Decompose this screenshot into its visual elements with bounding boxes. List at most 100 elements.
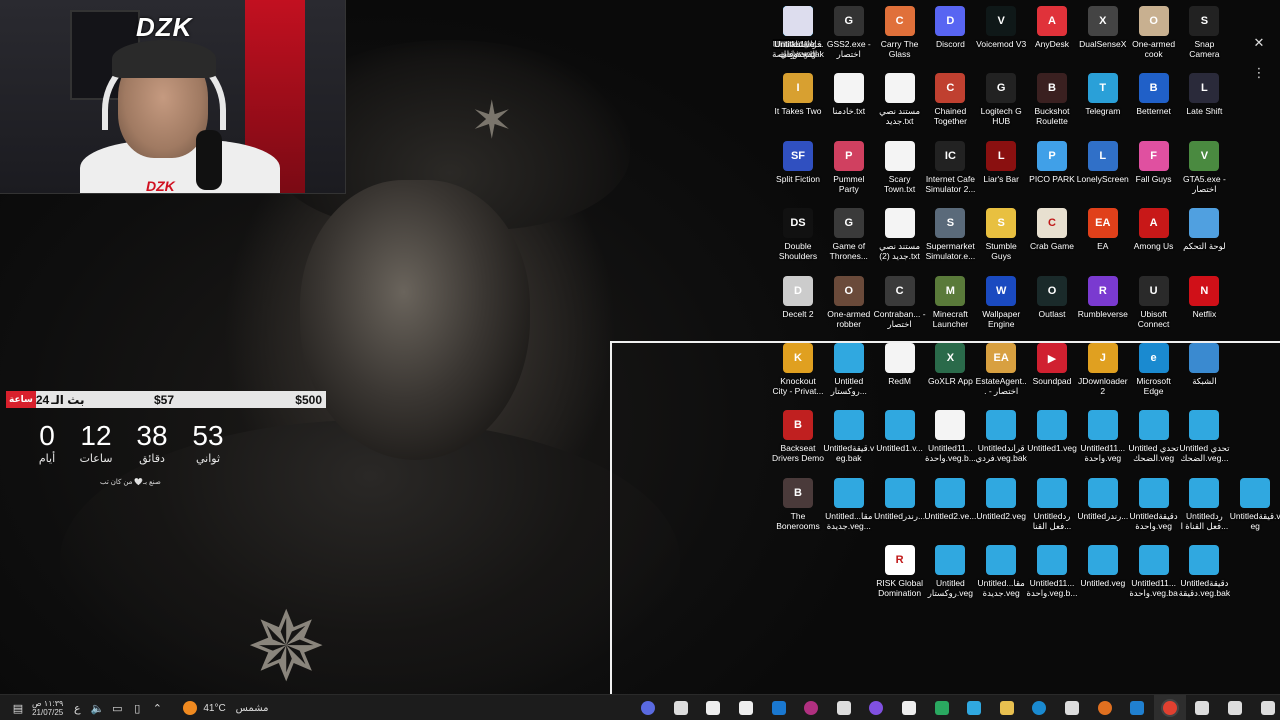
desktop-icon[interactable]: Untitled تحدي الضحك.veg... bbox=[1178, 408, 1230, 463]
volume-icon[interactable]: 🔈 bbox=[87, 695, 107, 720]
desktop-icon[interactable]: O One-armed robber bbox=[823, 274, 875, 329]
desktop-icon[interactable]: L LonelyScreen bbox=[1077, 139, 1129, 184]
desktop-icon[interactable]: J JDownloader 2 bbox=[1077, 341, 1129, 396]
desktop-icon[interactable]: O Outlast bbox=[1026, 274, 1078, 319]
desktop-icon[interactable]: C Carry The Glass bbox=[874, 4, 926, 59]
battery-icon[interactable]: ▯ bbox=[127, 695, 147, 720]
desktop-icon[interactable]: V GTA5.exe - اختصار bbox=[1178, 139, 1230, 194]
weather-widget[interactable]: 41°C مشمس bbox=[183, 701, 268, 715]
desktop-icon[interactable]: S Supermarket Simulator.e... bbox=[924, 206, 976, 261]
desktop-icon[interactable]: P PICO PARK bbox=[1026, 139, 1078, 184]
taskbar-app-button[interactable] bbox=[1121, 695, 1154, 720]
desktop-icon[interactable]: Untitledرد فعل القنا... bbox=[1026, 476, 1078, 531]
taskbar-app-button[interactable] bbox=[991, 695, 1024, 720]
taskbar-app-button[interactable] bbox=[762, 695, 795, 720]
desktop-icon[interactable]: Untitled تحدي الضحك.veg bbox=[1128, 408, 1180, 463]
desktop-icon[interactable]: G Logitech G HUB bbox=[975, 71, 1027, 126]
desktop-icon[interactable]: ▶ Soundpad bbox=[1026, 341, 1078, 386]
desktop-icon[interactable]: M Minecraft Launcher bbox=[924, 274, 976, 329]
input-language[interactable]: ع bbox=[67, 695, 87, 720]
desktop-icon[interactable]: e Microsoft Edge bbox=[1128, 341, 1180, 396]
taskbar-app-button[interactable] bbox=[632, 695, 665, 720]
desktop-icon[interactable]: R RISK Global Domination bbox=[874, 543, 926, 598]
desktop-icon[interactable]: C Chained Together bbox=[924, 71, 976, 126]
desktop-icon[interactable]: Untitledمقا... جديدة.veg bbox=[975, 543, 1027, 598]
desktop-icon[interactable]: S Snap Camera bbox=[1178, 4, 1230, 59]
desktop-icon[interactable]: Untitledدقيقة دقيقة.veg.bak bbox=[1178, 543, 1230, 598]
desktop-icon[interactable]: الشبكة bbox=[1178, 341, 1230, 386]
desktop-icon[interactable]: مستند نصي جديد (2).txt bbox=[874, 206, 926, 261]
desktop-icon[interactable]: Untitled1.v... bbox=[874, 408, 926, 453]
desktop-icon[interactable]: SF Split Fiction bbox=[772, 139, 824, 184]
desktop-icon[interactable]: Untitled11... واحدة.veg.b... bbox=[1026, 543, 1078, 598]
desktop-icon[interactable]: Untitledقيقة.veg.bak bbox=[823, 408, 875, 463]
desktop-icon[interactable]: Untitled11... واحدة.veg.b... bbox=[924, 408, 976, 463]
desktop-icon[interactable]: I It Takes Two bbox=[772, 71, 824, 116]
desktop-icon[interactable]: Untitledرندر... bbox=[1077, 476, 1129, 521]
desktop-icon[interactable]: B The Bonerooms bbox=[772, 476, 824, 531]
taskbar-app-button[interactable] bbox=[1251, 695, 1280, 720]
desktop-icon[interactable]: Untitled1.veg bbox=[1026, 408, 1078, 453]
desktop-icon[interactable]: Untitledرندر... bbox=[874, 476, 926, 521]
desktop-icon[interactable]: N Netflix bbox=[1178, 274, 1230, 319]
desktop-icon[interactable]: Untitledقراند فردي.veg.bak bbox=[975, 408, 1027, 463]
desktop-icon[interactable]: K Knockout City - Privat... bbox=[772, 341, 824, 396]
taskbar-app-button[interactable] bbox=[1056, 695, 1089, 720]
desktop-icon[interactable]: Untitled روكستار... bbox=[823, 341, 875, 396]
desktop-icon[interactable]: A AnyDesk bbox=[1026, 4, 1078, 49]
desktop-icon[interactable]: Untitled11... واحدة.veg bbox=[1077, 408, 1129, 463]
desktop-icon[interactable]: RedM bbox=[874, 341, 926, 386]
desktop-icon[interactable]: P Pummel Party bbox=[823, 139, 875, 194]
taskbar-app-button[interactable] bbox=[893, 695, 926, 720]
desktop-icon[interactable]: G Game of Thrones... bbox=[823, 206, 875, 261]
close-icon[interactable]: ✕ bbox=[1252, 36, 1266, 50]
desktop-icon[interactable]: Untitled روكستار.veg bbox=[924, 543, 976, 598]
desktop-icon[interactable]: B Buckshot Roulette bbox=[1026, 71, 1078, 126]
desktop-icon[interactable]: F Fall Guys bbox=[1128, 139, 1180, 184]
desktop-icon[interactable]: U Ubisoft Connect bbox=[1128, 274, 1180, 329]
desktop-icon[interactable]: Untitledقيقة.veg bbox=[1229, 476, 1280, 531]
desktop-icon[interactable]: C Crab Game bbox=[1026, 206, 1078, 251]
desktop-icon[interactable]: IC Internet Cafe Simulator 2... bbox=[924, 139, 976, 194]
taskbar-app-button[interactable] bbox=[860, 695, 893, 720]
desktop-icon[interactable]: L Late Shift bbox=[1178, 71, 1230, 116]
taskbar-app-button[interactable] bbox=[1088, 695, 1121, 720]
desktop-icon[interactable]: R Rumbleverse bbox=[1077, 274, 1129, 319]
taskbar-app-button[interactable] bbox=[795, 695, 828, 720]
desktop-icon[interactable]: T Telegram bbox=[1077, 71, 1129, 116]
desktop-icon[interactable]: سلة المحذوفات bbox=[772, 4, 824, 59]
network-icon[interactable]: ▭ bbox=[107, 695, 127, 720]
taskbar-app-button[interactable] bbox=[925, 695, 958, 720]
desktop-icon[interactable]: S Stumble Guys bbox=[975, 206, 1027, 261]
more-options-icon[interactable]: ⋮ bbox=[1252, 66, 1266, 80]
chevron-up-icon[interactable]: ⌃ bbox=[147, 695, 167, 720]
desktop-icon[interactable]: Untitled.veg bbox=[1077, 543, 1129, 588]
desktop-icon[interactable]: Untitled2.ve... bbox=[924, 476, 976, 521]
taskbar-app-button[interactable] bbox=[665, 695, 698, 720]
desktop-icon[interactable]: DS Double Shoulders bbox=[772, 206, 824, 261]
desktop-icon[interactable]: Untitled11... واحدة.veg.bak bbox=[1128, 543, 1180, 598]
desktop-icon[interactable]: D Decelt 2 bbox=[772, 274, 824, 319]
taskbar-app-button[interactable] bbox=[958, 695, 991, 720]
desktop-icon[interactable]: لوحة التحكم bbox=[1178, 206, 1230, 251]
taskbar-app-button[interactable] bbox=[1023, 695, 1056, 720]
notification-icon[interactable]: ▤ bbox=[8, 695, 28, 720]
desktop-icon[interactable]: G GSS2.exe - اختصار bbox=[823, 4, 875, 59]
taskbar-app-button[interactable] bbox=[1219, 695, 1252, 720]
desktop-icon[interactable]: C Contraban... - اختصار bbox=[874, 274, 926, 329]
taskbar-clock[interactable]: ١١:٣٩ ص 21/07/25 bbox=[32, 699, 63, 717]
desktop-icon[interactable]: EA EstateAgent... - اختصار bbox=[975, 341, 1027, 396]
desktop-icon[interactable]: Untitled2.veg bbox=[975, 476, 1027, 521]
taskbar-app-button[interactable] bbox=[1153, 695, 1187, 720]
desktop-icon[interactable]: D Discord bbox=[924, 4, 976, 49]
desktop-icon[interactable]: X DualSenseX bbox=[1077, 4, 1129, 49]
desktop-icon[interactable]: Untitledمقا... جديدة.veg... bbox=[823, 476, 875, 531]
taskbar-app-button[interactable] bbox=[697, 695, 730, 720]
desktop-icon[interactable]: مستند نصي جديد.txt bbox=[874, 71, 926, 126]
desktop-icon[interactable]: O One-armed cook bbox=[1128, 4, 1180, 59]
desktop-icon[interactable]: L Liar's Bar bbox=[975, 139, 1027, 184]
desktop-icon[interactable]: خادمنا.txt bbox=[823, 71, 875, 116]
desktop-icon[interactable]: Scary Town.txt bbox=[874, 139, 926, 194]
desktop-icon[interactable]: B Backseat Drivers Demo bbox=[772, 408, 824, 463]
desktop-icon[interactable]: B Betternet bbox=[1128, 71, 1180, 116]
